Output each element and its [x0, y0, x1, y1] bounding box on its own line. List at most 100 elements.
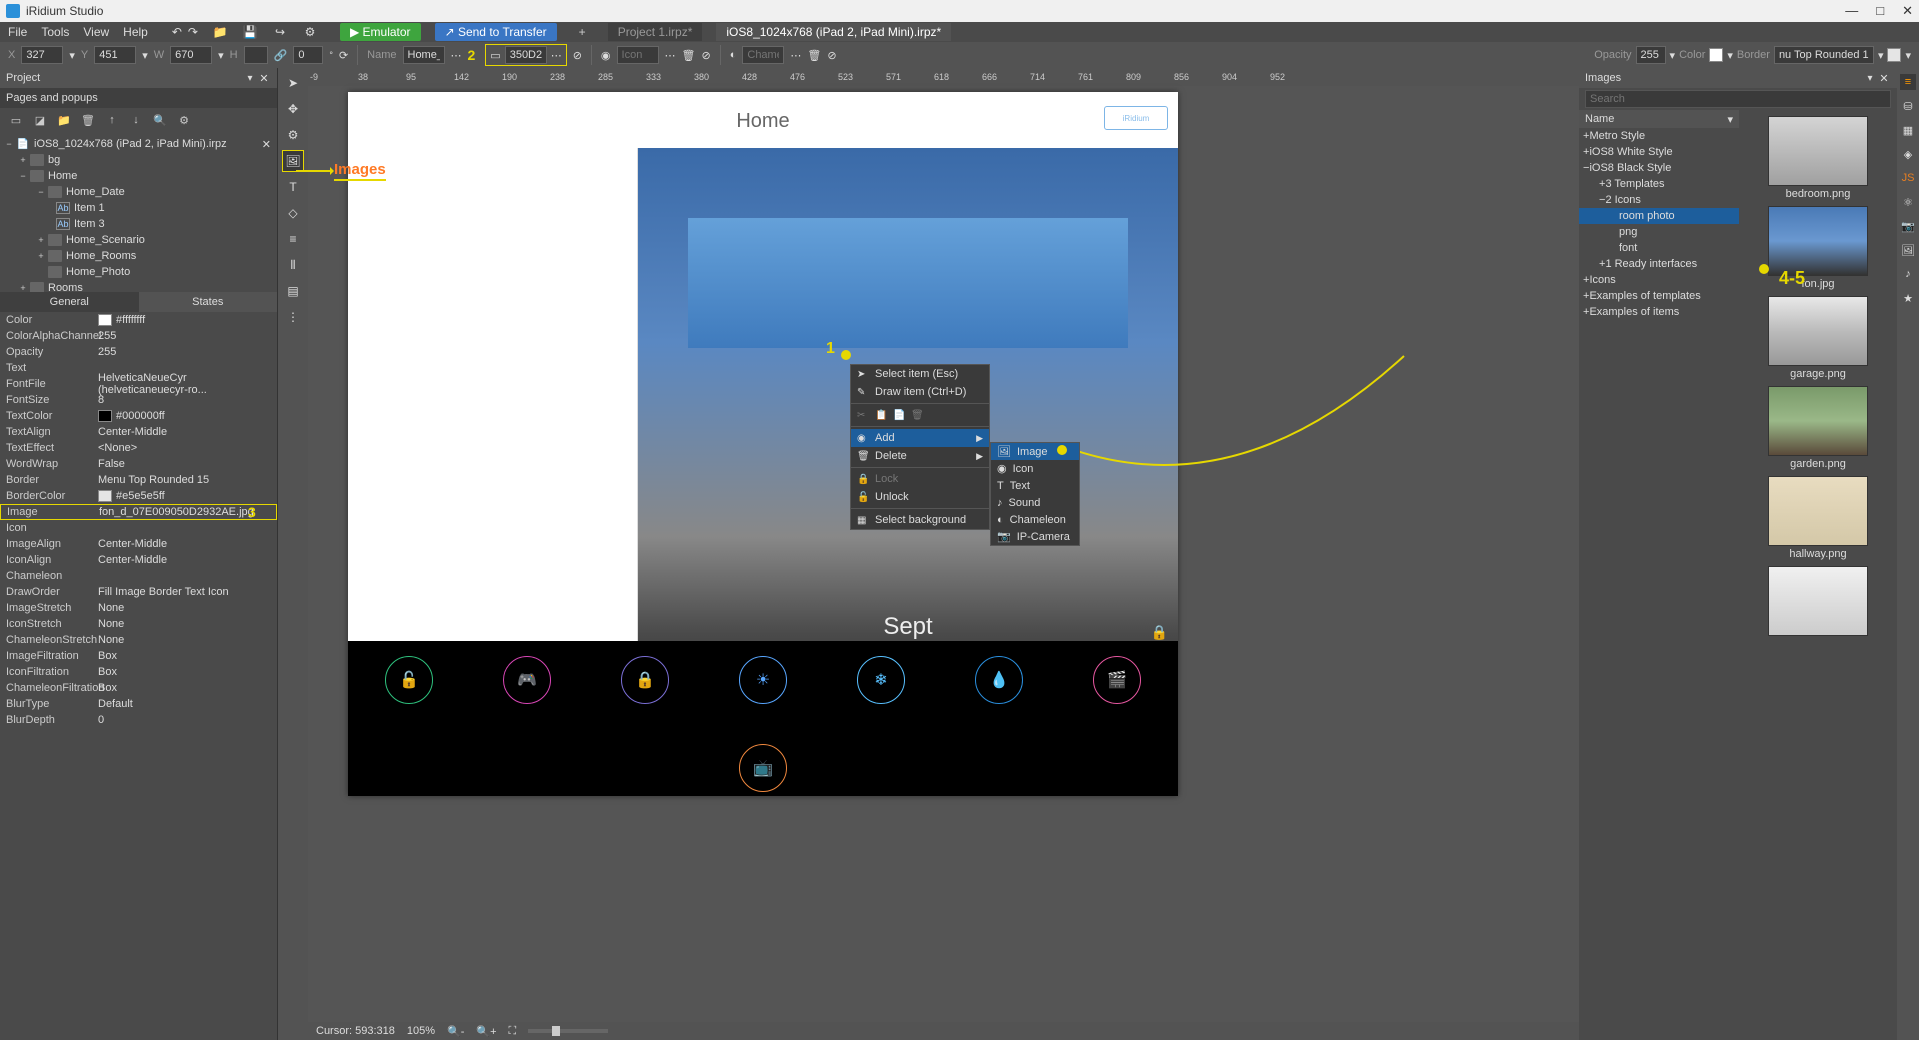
emulator-button[interactable]: ▶ Emulator [340, 23, 421, 41]
prop-color[interactable]: Color#ffffffff [0, 312, 277, 328]
rtree-icons[interactable]: +Icons [1579, 272, 1739, 288]
dock-music-icon[interactable]: ♪ [1900, 266, 1916, 282]
tab-general[interactable]: General [0, 292, 139, 312]
images-panel-dropdown-icon[interactable]: ▾ [1863, 71, 1877, 85]
rtree-exitems[interactable]: +Examples of items [1579, 304, 1739, 320]
circle-lock2-icon[interactable]: 🔒 [621, 656, 669, 704]
gear-tool-icon[interactable]: ⚙ [282, 124, 304, 146]
add-folder-icon[interactable]: 📁 [56, 112, 72, 128]
menu-help[interactable]: Help [123, 25, 148, 39]
gear-icon[interactable]: ⚙ [302, 24, 318, 40]
ctx2-chameleon[interactable]: ◐Chameleon [991, 511, 1079, 528]
dock-db-icon[interactable]: ⛁ [1900, 98, 1916, 114]
prop-imagefilt[interactable]: ImageFiltrationBox [0, 648, 277, 664]
prop-icon[interactable]: Icon [0, 520, 277, 536]
rtree-ios8w[interactable]: +iOS8 White Style [1579, 144, 1739, 160]
thumb-fon[interactable]: fon.jpg [1745, 206, 1891, 290]
prop-blurdepth[interactable]: BlurDepth0 [0, 712, 277, 728]
tree-home-rooms[interactable]: +Home_Rooms [0, 248, 277, 264]
zoom-fit-icon[interactable]: ⛶ [509, 1025, 517, 1038]
dock-js-icon[interactable]: JS [1900, 170, 1916, 186]
dock-atom-icon[interactable]: ⚛ [1900, 194, 1916, 210]
prop-coloralpha[interactable]: ColorAlphaChannel255 [0, 328, 277, 344]
tree-bg[interactable]: +bg [0, 152, 277, 168]
zoom-slider[interactable] [528, 1029, 608, 1033]
tree-home-scenario[interactable]: +Home_Scenario [0, 232, 277, 248]
opacity-stepper-icon[interactable]: ▾ [1670, 49, 1676, 62]
prop-iconalign[interactable]: IconAlignCenter-Middle [0, 552, 277, 568]
thumb-stairs[interactable] [1745, 566, 1891, 636]
zoom-out-icon[interactable]: 🔍- [447, 1025, 464, 1038]
share-icon[interactable]: ↪ [272, 24, 288, 40]
chameleon-more-icon[interactable]: ⋯ [790, 49, 801, 62]
y-input[interactable] [94, 46, 136, 64]
dock-camera-icon[interactable]: 📷 [1900, 218, 1916, 234]
prop-texteffect[interactable]: TextEffect<None> [0, 440, 277, 456]
open-icon[interactable]: 📁 [212, 24, 228, 40]
minimize-button[interactable]: — [1845, 3, 1858, 19]
redo-icon[interactable]: ↷ [188, 25, 198, 39]
rtree-ready[interactable]: +1 Ready interfaces [1579, 256, 1739, 272]
name-input[interactable] [403, 46, 445, 64]
dock-image-icon[interactable]: 🖼 [1900, 242, 1916, 258]
settings-icon[interactable]: ⚙ [176, 112, 192, 128]
y-stepper-icon[interactable]: ▾ [142, 49, 148, 62]
border-dropdown-icon[interactable]: ▾ [1878, 49, 1884, 62]
tree-root[interactable]: −📄iOS8_1024x768 (iPad 2, iPad Mini).irpz… [0, 136, 277, 152]
color-dropdown-icon[interactable]: ▾ [1727, 49, 1733, 62]
undo-icon[interactable]: ↶ [172, 25, 182, 39]
images-name-header[interactable]: Name▾ [1579, 110, 1739, 128]
menu-view[interactable]: View [83, 25, 109, 39]
prop-fontsize[interactable]: FontSize8 [0, 392, 277, 408]
tree-home[interactable]: −Home [0, 168, 277, 184]
menu-tools[interactable]: Tools [41, 25, 69, 39]
color-swatch[interactable] [1709, 48, 1723, 62]
panel-dropdown-icon[interactable]: ▾ [243, 71, 257, 85]
rtree-metro[interactable]: +Metro Style [1579, 128, 1739, 144]
circle-game-icon[interactable]: 🎮 [503, 656, 551, 704]
prop-draworder[interactable]: DrawOrderFill Image Border Text Icon [0, 584, 277, 600]
image-tool-icon[interactable]: 🖼 [282, 150, 304, 172]
align-tool-icon[interactable]: ≡ [282, 228, 304, 250]
prop-iconstretch[interactable]: IconStretchNone [0, 616, 277, 632]
text-tool-icon[interactable]: T [282, 176, 304, 198]
more-tool-icon[interactable]: ⋮ [282, 306, 304, 328]
prop-opacity[interactable]: Opacity255 [0, 344, 277, 360]
search-icon[interactable]: 🔍 [152, 112, 168, 128]
add-tab-button[interactable]: + [571, 23, 594, 41]
prop-imagestretch[interactable]: ImageStretchNone [0, 600, 277, 616]
ctx-select-bg[interactable]: ▦Select background [851, 511, 989, 529]
image-input[interactable] [505, 46, 547, 64]
prop-blurtype[interactable]: BlurTypeDefault [0, 696, 277, 712]
tree-item1[interactable]: AbItem 1 [0, 200, 277, 216]
up-arrow-icon[interactable]: ↑ [104, 112, 120, 128]
circle-sun-icon[interactable]: ☀ [739, 656, 787, 704]
circle-lock-icon[interactable]: 🔓 [385, 656, 433, 704]
dock-tree-icon[interactable]: ≡ [1900, 74, 1916, 90]
x-stepper-icon[interactable]: ▾ [69, 49, 75, 62]
h-input[interactable] [244, 46, 268, 64]
name-more-icon[interactable]: ⋯ [451, 49, 462, 62]
rtree-templates[interactable]: +3 Templates [1579, 176, 1739, 192]
opacity-input[interactable] [1636, 46, 1666, 64]
rtree-roomphoto[interactable]: room photo [1579, 208, 1739, 224]
icon-input[interactable] [617, 46, 659, 64]
dock-box-icon[interactable]: ▦ [1900, 122, 1916, 138]
thumb-garage[interactable]: garage.png [1745, 296, 1891, 380]
ctx-add[interactable]: ◉Add▶ [851, 429, 989, 447]
add-page-icon[interactable]: ▭ [8, 112, 24, 128]
tree-home-photo[interactable]: Home_Photo [0, 264, 277, 280]
ctx-select-item[interactable]: ➤Select item (Esc) [851, 365, 989, 383]
prop-textcolor[interactable]: TextColor#000000ff [0, 408, 277, 424]
ctx-unlock[interactable]: 🔓Unlock [851, 488, 989, 506]
thumb-bedroom[interactable]: bedroom.png [1745, 116, 1891, 200]
prop-chameleonstretch[interactable]: ChameleonStretchNone [0, 632, 277, 648]
circle-drop-icon[interactable]: 💧 [975, 656, 1023, 704]
images-panel-close-icon[interactable]: ✕ [1877, 71, 1891, 85]
dock-diamond-icon[interactable]: ◈ [1900, 146, 1916, 162]
border-swatch[interactable] [1887, 48, 1901, 62]
move-tool-icon[interactable]: ✥ [282, 98, 304, 120]
rtree-font[interactable]: font [1579, 240, 1739, 256]
icon-clear-icon[interactable]: 🗑 [682, 49, 696, 62]
prop-chamfilt[interactable]: ChameleonFiltrationBox [0, 680, 277, 696]
